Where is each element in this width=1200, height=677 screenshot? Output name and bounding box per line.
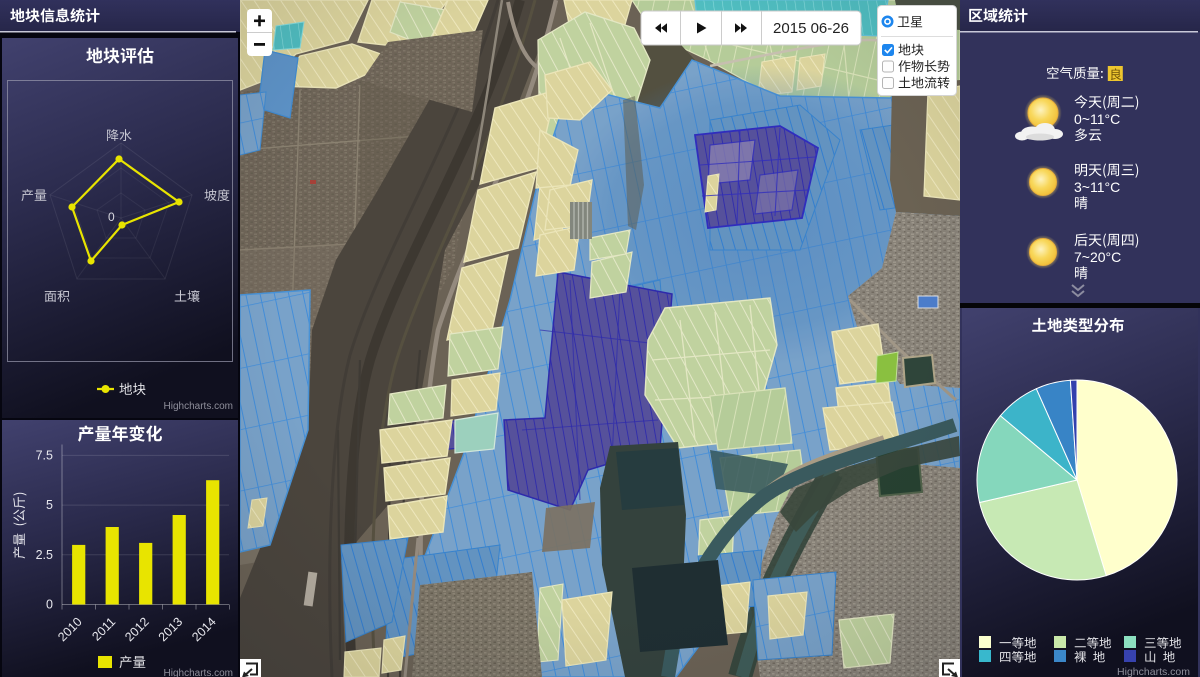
svg-text:7.5: 7.5 bbox=[36, 448, 53, 462]
svg-text:7~20°C: 7~20°C bbox=[1074, 249, 1121, 265]
svg-text:Highcharts.com: Highcharts.com bbox=[164, 668, 233, 677]
svg-text:2015 06-26: 2015 06-26 bbox=[773, 20, 849, 37]
svg-text:0~11°C: 0~11°C bbox=[1074, 111, 1120, 127]
svg-text:3~11°C: 3~11°C bbox=[1074, 179, 1120, 195]
svg-text:0: 0 bbox=[46, 598, 53, 612]
svg-text:5: 5 bbox=[46, 498, 53, 512]
svg-text:0: 0 bbox=[108, 210, 115, 224]
svg-text:Highcharts.com: Highcharts.com bbox=[1117, 666, 1190, 677]
svg-text:Highcharts.com: Highcharts.com bbox=[164, 401, 233, 412]
svg-text:2.5: 2.5 bbox=[36, 548, 53, 562]
